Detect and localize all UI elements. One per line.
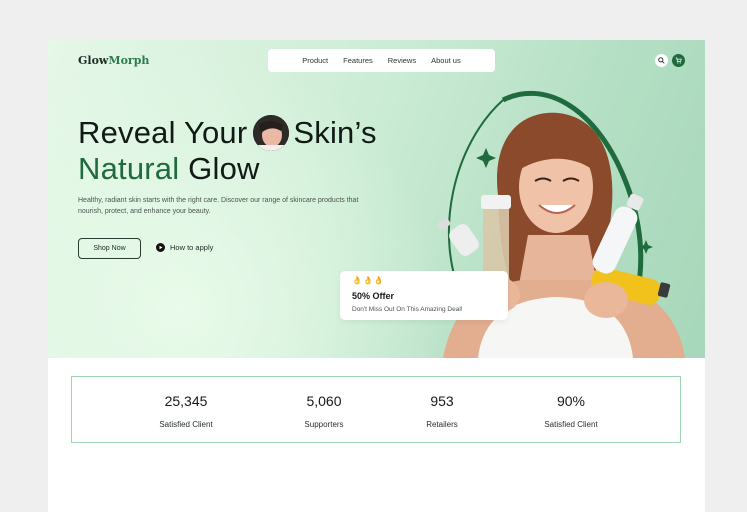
shop-now-button[interactable]: Shop Now — [78, 238, 141, 259]
offer-card[interactable]: 👌👌👌 50% Offer Don't Miss Out On This Ama… — [340, 271, 508, 320]
stat-supporters: 5,060 Supporters — [264, 377, 384, 444]
stat-value: 90% — [556, 393, 586, 409]
nav-item-reviews[interactable]: Reviews — [388, 56, 416, 65]
hero-headline: Reveal Your Skin’s Natural Glow — [78, 115, 377, 187]
stat-retailers: 953 Retailers — [382, 377, 502, 444]
offer-emoji: 👌👌👌 — [352, 276, 385, 285]
stat-label: Satisfied Client — [544, 420, 598, 429]
stat-value: 953 — [430, 393, 454, 409]
nav-item-about-us[interactable]: About us — [431, 56, 461, 65]
stats-panel: 25,345 Satisfied Client 5,060 Supporters… — [71, 376, 681, 443]
offer-subtitle: Don't Miss Out On This Amazing Deal! — [352, 306, 463, 313]
offer-title: 50% Offer — [352, 291, 395, 301]
stat-value: 25,345 — [164, 393, 208, 409]
hero-description: Healthy, radiant skin starts with the ri… — [78, 197, 359, 215]
how-to-apply-link[interactable]: How to apply — [156, 243, 213, 252]
headline-text-reveal: Reveal Your — [78, 115, 248, 150]
nav-item-features[interactable]: Features — [343, 56, 373, 65]
stat-satisfied-client-percent: 90% Satisfied Client — [511, 377, 631, 444]
search-icon — [658, 57, 665, 64]
cart-icon — [675, 57, 682, 64]
stat-label: Satisfied Client — [159, 420, 213, 429]
landing-page: GlowMorph Product Features Reviews About… — [48, 40, 705, 512]
nav-item-product[interactable]: Product — [302, 56, 328, 65]
brand-logo[interactable]: GlowMorph — [78, 54, 149, 67]
cart-button[interactable] — [672, 54, 685, 67]
logo-suffix: Morph — [108, 54, 150, 67]
stat-label: Supporters — [304, 420, 344, 429]
headline-text-glow: Glow — [188, 151, 260, 186]
how-to-apply-label: How to apply — [170, 243, 214, 252]
stat-value: 5,060 — [306, 393, 342, 409]
headline-avatar — [253, 115, 290, 151]
play-icon — [156, 243, 165, 252]
search-button[interactable] — [655, 54, 668, 67]
stat-satisfied-client: 25,345 Satisfied Client — [126, 377, 246, 444]
headline-text-natural: Natural — [78, 151, 180, 186]
logo-prefix: Glow — [78, 54, 109, 67]
main-nav: Product Features Reviews About us — [268, 49, 495, 72]
hero-section: GlowMorph Product Features Reviews About… — [48, 40, 705, 358]
stat-label: Retailers — [426, 420, 458, 429]
headline-text-skins: Skin’s — [293, 115, 377, 150]
